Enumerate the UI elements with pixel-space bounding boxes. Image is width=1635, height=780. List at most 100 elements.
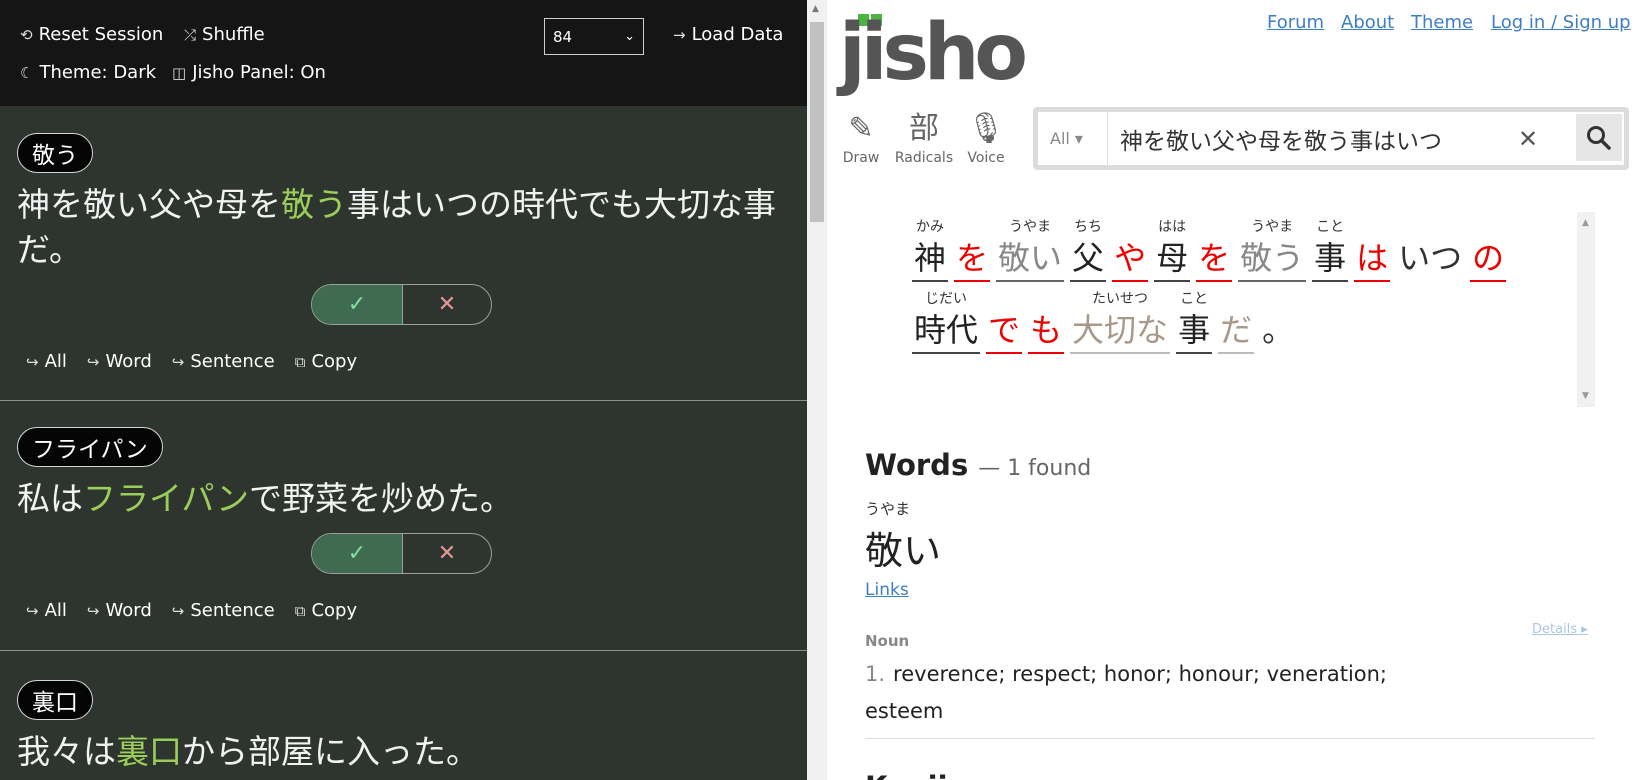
sentence-token[interactable]: うやま 敬い — [996, 218, 1065, 282]
sentence-token[interactable]: で — [986, 290, 1023, 354]
action-label: All — [44, 600, 67, 621]
open-word-button[interactable]: ↪ Word — [87, 351, 152, 372]
sentence-token[interactable]: はは母 — [1154, 218, 1191, 282]
token-text: 敬う — [1238, 236, 1307, 282]
sentence-token[interactable]: じだい 時代 — [912, 290, 981, 354]
open-all-button[interactable]: ↪ All — [26, 351, 67, 372]
card-actions: ↪ All ↪ Word ↪ Sentence ⧉ Copy — [26, 600, 357, 621]
token-furigana: たいせつ — [1092, 291, 1149, 307]
sentence-token[interactable]: を — [954, 218, 991, 282]
shuffle-button[interactable]: ⤮ Shuffle — [184, 24, 265, 45]
load-data-label: Load Data — [691, 24, 784, 45]
token-text: 。 — [1262, 311, 1295, 349]
sentence-token[interactable]: こと事 — [1312, 218, 1349, 282]
voice-tool-button[interactable]: 🎙 Voice — [956, 108, 1016, 166]
sentence-token[interactable]: 。 — [1260, 290, 1296, 354]
draw-tool-button[interactable]: ✎ Draw — [831, 108, 891, 166]
sentence-token[interactable]: かみ神 — [912, 218, 949, 282]
token-furigana: かみ — [916, 219, 944, 235]
jisho-panel-toggle-button[interactable]: ◫ Jisho Panel: On — [172, 62, 326, 83]
scroll-up-arrow-icon[interactable]: ▲ — [812, 4, 819, 14]
copy-button[interactable]: ⧉ Copy — [295, 600, 357, 621]
nav-about-link[interactable]: About — [1341, 12, 1394, 33]
theme-toggle-button[interactable]: ☾ Theme: Dark — [20, 62, 156, 83]
token-text: 時代 — [912, 308, 981, 354]
token-text: は — [1354, 236, 1391, 282]
highlighted-word: フライパン — [83, 479, 249, 518]
example-sentence: 私はフライパンで野菜を炒めた。 — [17, 476, 777, 521]
nav-theme-link[interactable]: Theme — [1411, 12, 1473, 33]
sentence-token[interactable]: を — [1196, 218, 1233, 282]
action-label: Sentence — [190, 600, 275, 621]
open-sentence-button[interactable]: ↪ Sentence — [172, 600, 275, 621]
pencil-icon: ✎ — [848, 111, 874, 146]
correct-button[interactable]: ✓ — [312, 534, 403, 573]
scroll-down-arrow-icon[interactable]: ▼ — [1582, 391, 1589, 401]
token-furigana: こと — [1316, 219, 1345, 235]
jisho-logo[interactable]: jisho — [839, 8, 1028, 98]
scroll-thumb[interactable] — [810, 22, 824, 222]
open-all-button[interactable]: ↪ All — [26, 600, 67, 621]
search-button[interactable] — [1576, 114, 1622, 161]
token-text: も — [1028, 308, 1065, 354]
reset-session-button[interactable]: ⟲ Reset Session — [20, 24, 163, 45]
sentence-breakdown: かみ神をうやま 敬い ちち父やはは母をうやま 敬う こと事はいつの じだい 時代でもたいせ… — [872, 212, 1595, 407]
refresh-icon: ⟲ — [20, 25, 33, 44]
words-count: — 1 found — [978, 456, 1092, 481]
token-text: 大切な — [1070, 308, 1171, 354]
sentence-token[interactable]: や — [1112, 218, 1149, 282]
sentence-part: から部屋に入った。 — [182, 732, 479, 771]
correct-button[interactable]: ✓ — [312, 285, 403, 324]
jisho-panel-label: Jisho Panel: On — [192, 62, 326, 83]
details-link[interactable]: Details ▸ — [1532, 622, 1588, 637]
theme-label: Theme: Dark — [39, 62, 157, 83]
meaning-number: 1. — [865, 662, 886, 686]
example-sentence: 我々は裏口から部屋に入った。 — [17, 729, 777, 774]
radicals-tool-button[interactable]: 部 Radicals — [894, 108, 954, 166]
deck-select-value: 84 — [553, 27, 573, 46]
jisho-panel: jisho Forum About Theme Log in / Sign up… — [827, 0, 1635, 780]
sentence-token[interactable]: も — [1028, 290, 1065, 354]
search-bar: All ▾ 神を敬い父や母を敬う事はいつ ✕ — [1033, 107, 1629, 170]
nav-login-link[interactable]: Log in / Sign up — [1491, 12, 1631, 33]
action-label: Word — [105, 600, 152, 621]
sentence-token[interactable]: は — [1354, 218, 1391, 282]
open-word-button[interactable]: ↪ Word — [87, 600, 152, 621]
token-furigana: じだい — [925, 291, 967, 307]
grade-buttons: ✓ ✕ — [311, 284, 492, 325]
action-label: Sentence — [190, 351, 275, 372]
incorrect-button[interactable]: ✕ — [403, 534, 491, 573]
open-sentence-button[interactable]: ↪ Sentence — [172, 351, 275, 372]
x-icon: ✕ — [437, 292, 457, 317]
clear-search-icon[interactable]: ✕ — [1518, 112, 1538, 165]
copy-button[interactable]: ⧉ Copy — [295, 351, 357, 372]
token-text: 事 — [1176, 308, 1213, 354]
sentence-token[interactable]: の — [1470, 218, 1507, 282]
sentence-token[interactable]: いつ — [1396, 218, 1464, 282]
search-input[interactable]: 神を敬い父や母を敬う事はいつ — [1120, 112, 1505, 165]
incorrect-button[interactable]: ✕ — [403, 285, 491, 324]
sentence-token[interactable]: ちち父 — [1070, 218, 1107, 282]
page-scrollbar[interactable]: ▲ — [807, 0, 827, 780]
sentence-part: 我々は — [17, 732, 116, 771]
token-text: を — [1196, 236, 1233, 282]
split-panel-icon: ◫ — [172, 63, 187, 82]
x-icon: ✕ — [437, 541, 457, 566]
example-sentence: 神を敬い父や母を敬う事はいつの時代でも大切な事だ。 — [17, 182, 777, 272]
sentence-token[interactable]: こと事 — [1176, 290, 1213, 354]
deck-select[interactable]: 84 ⌄ — [544, 18, 644, 55]
tool-label: Voice — [967, 150, 1005, 166]
links-link[interactable]: Links — [865, 580, 909, 600]
check-icon: ✓ — [347, 292, 367, 317]
scroll-up-arrow-icon[interactable]: ▲ — [1582, 218, 1589, 228]
sentence-token[interactable]: たいせつ 大切な — [1070, 290, 1171, 354]
load-data-button[interactable]: → Load Data — [673, 24, 783, 45]
sentence-token[interactable]: だ — [1218, 290, 1255, 354]
share-arrow-icon: ↪ — [171, 601, 185, 620]
sentence-scrollbar[interactable]: ▲ ▼ — [1577, 212, 1595, 407]
nav-forum-link[interactable]: Forum — [1267, 12, 1324, 33]
sentence-token[interactable]: うやま 敬う — [1238, 218, 1307, 282]
search-filter-select[interactable]: All ▾ — [1050, 112, 1108, 165]
token-text: いつ — [1398, 239, 1463, 277]
share-arrow-icon: ↪ — [86, 601, 100, 620]
